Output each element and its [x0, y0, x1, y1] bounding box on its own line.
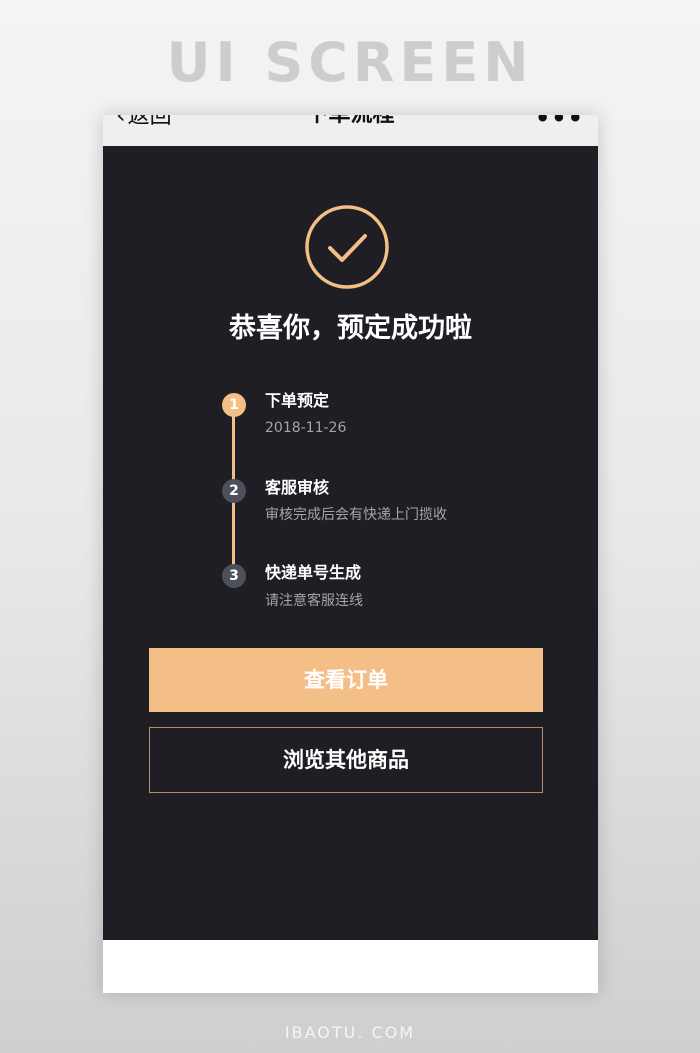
phone-screen: ‹返回 下单流程 ••• 恭喜你，预定成功啦 1 下单预定 2018-11-26…: [103, 115, 598, 993]
more-dots-icon[interactable]: •••: [535, 115, 584, 130]
nav-title: 下单流程: [103, 115, 598, 129]
back-label: 返回: [127, 115, 172, 129]
footer-watermark: IBAOTU. COM: [284, 1023, 416, 1042]
step-number-3: 3: [222, 564, 246, 588]
chevron-left-icon: ‹: [116, 115, 126, 129]
step-desc-3: 请注意客服连线: [265, 593, 363, 609]
view-order-button[interactable]: 查看订单: [149, 648, 543, 712]
banner-title: UI SCREEN: [166, 31, 534, 94]
step-title-3: 快递单号生成: [265, 563, 362, 582]
back-button[interactable]: ‹返回: [116, 115, 172, 129]
success-title: 恭喜你，预定成功啦: [229, 313, 472, 344]
content-area: 恭喜你，预定成功啦 1 下单预定 2018-11-26 2 客服审核 审核完成后…: [103, 146, 598, 940]
step-desc-1: 2018-11-26: [265, 420, 347, 436]
step-desc-2: 审核完成后会有快递上门揽收: [265, 507, 447, 523]
bottom-area: [103, 940, 598, 993]
nav-bar: ‹返回 下单流程 •••: [103, 115, 598, 146]
browse-products-button[interactable]: 浏览其他商品: [149, 727, 543, 793]
check-circle-icon: [305, 205, 389, 289]
step-number-2: 2: [222, 479, 246, 503]
step-title-2: 客服审核: [265, 478, 330, 497]
step-number-1: 1: [222, 393, 246, 417]
step-title-1: 下单预定: [265, 391, 330, 410]
